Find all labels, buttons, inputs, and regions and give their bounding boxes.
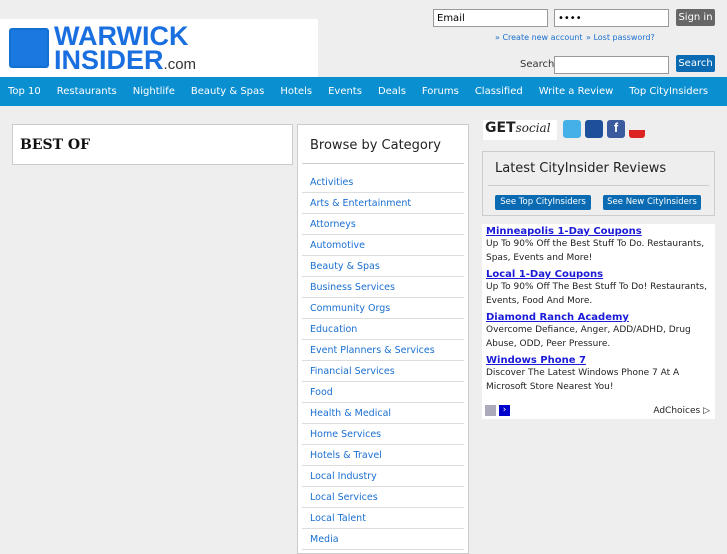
category-link[interactable]: Local Talent [302,508,464,529]
category-link[interactable]: Community Orgs [302,298,464,319]
category-link[interactable]: Local Services [302,487,464,508]
logo-line2: INSIDER.com [54,46,196,74]
site-logo[interactable]: WARWICK INSIDER.com [0,19,318,77]
browse-category-panel: Browse by Category Activities Arts & Ente… [297,124,469,554]
nav-nightlife[interactable]: Nightlife [133,86,175,97]
nav-top-10[interactable]: Top 10 [8,86,41,97]
password-input[interactable] [554,9,669,27]
logo-mark-icon [9,28,49,68]
see-top-cityinsiders-button[interactable]: See Top CityInsiders [495,195,591,210]
search-button[interactable]: Search [676,55,715,72]
category-list: Activities Arts & Entertainment Attorneys A… [302,172,464,550]
get-social-social: social [515,121,551,135]
ad-title-link[interactable]: Local 1-Day Coupons [486,269,711,280]
ad-item: Diamond Ranch Academy Overcome Defiance, … [486,312,711,351]
ad-next-icon[interactable]: › [499,405,510,416]
category-link[interactable]: Business Services [302,277,464,298]
adchoices-link[interactable]: AdChoices ▷ [653,406,710,416]
ad-item: Windows Phone 7 Discover The Latest Windo… [486,355,711,394]
category-link[interactable]: Financial Services [302,361,464,382]
category-link[interactable]: Health & Medical [302,403,464,424]
logo-suffix: .com [163,56,197,73]
ad-title-link[interactable]: Diamond Ranch Academy [486,312,711,323]
nav-deals[interactable]: Deals [378,86,406,97]
create-account-link[interactable]: » Create new account [495,33,583,42]
category-link[interactable]: Hotels & Travel [302,445,464,466]
sign-in-button[interactable]: Sign in [676,9,715,26]
email-input[interactable] [433,9,548,27]
main-nav: Top 10 Restaurants Nightlife Beauty & Sp… [0,77,727,106]
myspace-icon[interactable] [585,120,603,138]
best-of-panel: BEST OF [12,124,293,165]
category-link[interactable]: Local Industry [302,466,464,487]
search-input[interactable] [554,56,669,74]
nav-forums[interactable]: Forums [422,86,459,97]
search-label: Search [520,59,555,70]
category-link[interactable]: Activities [302,172,464,193]
get-social-get: GET [485,120,516,136]
nav-beauty-spas[interactable]: Beauty & Spas [191,86,265,97]
lost-password-link[interactable]: » Lost password? [586,33,655,42]
browse-title: Browse by Category [302,125,464,164]
ad-title-link[interactable]: Windows Phone 7 [486,355,711,366]
latest-reviews-panel: Latest CityInsider Reviews See Top CityI… [482,151,715,216]
category-link[interactable]: Media [302,529,464,550]
ad-text: Up To 90% Off The Best Stuff To Do! Rest… [486,282,707,306]
facebook-icon[interactable]: f [607,120,625,138]
category-link[interactable]: Event Planners & Services [302,340,464,361]
nav-restaurants[interactable]: Restaurants [57,86,117,97]
nav-classified[interactable]: Classified [475,86,523,97]
category-link[interactable]: Home Services [302,424,464,445]
category-link[interactable]: Automotive [302,235,464,256]
nav-hotels[interactable]: Hotels [280,86,312,97]
see-new-cityinsiders-button[interactable]: See New CityInsiders [603,195,701,210]
latest-reviews-title: Latest CityInsider Reviews [488,161,709,186]
ad-text: Overcome Defiance, Anger, ADD/ADHD, Drug… [486,325,691,349]
nav-write-review[interactable]: Write a Review [539,86,614,97]
best-of-title: BEST OF [20,137,91,153]
ad-text: Discover The Latest Windows Phone 7 At A… [486,368,680,392]
ad-prev-icon[interactable] [485,405,496,416]
category-link[interactable]: Arts & Entertainment [302,193,464,214]
ad-item: Local 1-Day Coupons Up To 90% Off The Bes… [486,269,711,308]
nav-top-cityinsiders[interactable]: Top CityInsiders [629,86,708,97]
category-link[interactable]: Food [302,382,464,403]
ad-block: Minneapolis 1-Day Coupons Up To 90% Off t… [482,224,715,419]
category-link[interactable]: Attorneys [302,214,464,235]
ad-item: Minneapolis 1-Day Coupons Up To 90% Off t… [486,226,711,265]
category-link[interactable]: Beauty & Spas [302,256,464,277]
logo-line2-text: INSIDER [54,45,164,75]
nav-events[interactable]: Events [328,86,362,97]
get-social-logo: GETsocial [483,120,557,140]
category-link[interactable]: Education [302,319,464,340]
youtube-icon[interactable] [629,120,645,138]
ad-title-link[interactable]: Minneapolis 1-Day Coupons [486,226,711,237]
twitter-icon[interactable] [563,120,581,138]
ad-text: Up To 90% Off the Best Stuff To Do. Rest… [486,239,705,263]
